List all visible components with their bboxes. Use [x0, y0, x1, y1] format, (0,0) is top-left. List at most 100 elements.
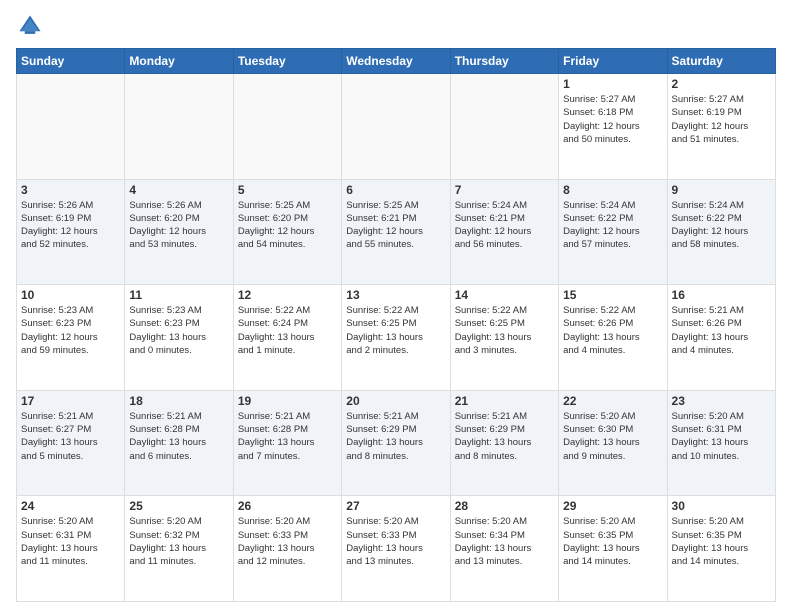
- calendar-cell: [450, 74, 558, 180]
- cell-info: Sunrise: 5:20 AMSunset: 6:33 PMDaylight:…: [238, 515, 337, 568]
- day-number: 16: [672, 288, 771, 302]
- calendar-table: SundayMondayTuesdayWednesdayThursdayFrid…: [16, 48, 776, 602]
- day-number: 25: [129, 499, 228, 513]
- header: [16, 12, 776, 40]
- calendar-cell: 3 Sunrise: 5:26 AMSunset: 6:19 PMDaylight…: [17, 179, 125, 285]
- cell-info: Sunrise: 5:24 AMSunset: 6:21 PMDaylight:…: [455, 199, 554, 252]
- weekday-wednesday: Wednesday: [342, 49, 450, 74]
- weekday-header-row: SundayMondayTuesdayWednesdayThursdayFrid…: [17, 49, 776, 74]
- day-number: 29: [563, 499, 662, 513]
- day-number: 22: [563, 394, 662, 408]
- day-number: 30: [672, 499, 771, 513]
- calendar-cell: [233, 74, 341, 180]
- day-number: 1: [563, 77, 662, 91]
- cell-info: Sunrise: 5:27 AMSunset: 6:19 PMDaylight:…: [672, 93, 771, 146]
- calendar-cell: 25 Sunrise: 5:20 AMSunset: 6:32 PMDayligh…: [125, 496, 233, 602]
- day-number: 3: [21, 183, 120, 197]
- cell-info: Sunrise: 5:20 AMSunset: 6:35 PMDaylight:…: [563, 515, 662, 568]
- cell-info: Sunrise: 5:20 AMSunset: 6:33 PMDaylight:…: [346, 515, 445, 568]
- calendar-cell: 11 Sunrise: 5:23 AMSunset: 6:23 PMDayligh…: [125, 285, 233, 391]
- calendar-cell: 10 Sunrise: 5:23 AMSunset: 6:23 PMDayligh…: [17, 285, 125, 391]
- weekday-tuesday: Tuesday: [233, 49, 341, 74]
- weekday-sunday: Sunday: [17, 49, 125, 74]
- calendar-cell: [125, 74, 233, 180]
- calendar-cell: 5Sunrise: 5:25 AMSunset: 6:20 PMDaylight…: [233, 179, 341, 285]
- calendar-cell: 27 Sunrise: 5:20 AMSunset: 6:33 PMDayligh…: [342, 496, 450, 602]
- calendar-cell: 6 Sunrise: 5:25 AMSunset: 6:21 PMDaylight…: [342, 179, 450, 285]
- calendar-cell: 7Sunrise: 5:24 AMSunset: 6:21 PMDaylight…: [450, 179, 558, 285]
- day-number: 9: [672, 183, 771, 197]
- calendar-cell: 4Sunrise: 5:26 AMSunset: 6:20 PMDaylight…: [125, 179, 233, 285]
- cell-info: Sunrise: 5:25 AMSunset: 6:21 PMDaylight:…: [346, 199, 445, 252]
- day-number: 12: [238, 288, 337, 302]
- day-number: 10: [21, 288, 120, 302]
- day-number: 13: [346, 288, 445, 302]
- cell-info: Sunrise: 5:22 AMSunset: 6:25 PMDaylight:…: [346, 304, 445, 357]
- day-number: 8: [563, 183, 662, 197]
- calendar-cell: 22Sunrise: 5:20 AMSunset: 6:30 PMDayligh…: [559, 390, 667, 496]
- cell-info: Sunrise: 5:27 AMSunset: 6:18 PMDaylight:…: [563, 93, 662, 146]
- week-row-2: 10 Sunrise: 5:23 AMSunset: 6:23 PMDayligh…: [17, 285, 776, 391]
- calendar-cell: [342, 74, 450, 180]
- cell-info: Sunrise: 5:21 AMSunset: 6:29 PMDaylight:…: [346, 410, 445, 463]
- day-number: 18: [129, 394, 228, 408]
- weekday-monday: Monday: [125, 49, 233, 74]
- calendar-cell: 17Sunrise: 5:21 AMSunset: 6:27 PMDayligh…: [17, 390, 125, 496]
- cell-info: Sunrise: 5:23 AMSunset: 6:23 PMDaylight:…: [129, 304, 228, 357]
- week-row-3: 17Sunrise: 5:21 AMSunset: 6:27 PMDayligh…: [17, 390, 776, 496]
- cell-info: Sunrise: 5:24 AMSunset: 6:22 PMDaylight:…: [672, 199, 771, 252]
- cell-info: Sunrise: 5:21 AMSunset: 6:27 PMDaylight:…: [21, 410, 120, 463]
- cell-info: Sunrise: 5:20 AMSunset: 6:34 PMDaylight:…: [455, 515, 554, 568]
- calendar-cell: 8 Sunrise: 5:24 AMSunset: 6:22 PMDaylight…: [559, 179, 667, 285]
- day-number: 14: [455, 288, 554, 302]
- day-number: 2: [672, 77, 771, 91]
- day-number: 20: [346, 394, 445, 408]
- calendar-cell: 9 Sunrise: 5:24 AMSunset: 6:22 PMDaylight…: [667, 179, 775, 285]
- page: SundayMondayTuesdayWednesdayThursdayFrid…: [0, 0, 792, 612]
- cell-info: Sunrise: 5:20 AMSunset: 6:35 PMDaylight:…: [672, 515, 771, 568]
- cell-info: Sunrise: 5:21 AMSunset: 6:26 PMDaylight:…: [672, 304, 771, 357]
- calendar-cell: 18 Sunrise: 5:21 AMSunset: 6:28 PMDayligh…: [125, 390, 233, 496]
- calendar-cell: 24 Sunrise: 5:20 AMSunset: 6:31 PMDayligh…: [17, 496, 125, 602]
- cell-info: Sunrise: 5:21 AMSunset: 6:29 PMDaylight:…: [455, 410, 554, 463]
- logo: [16, 12, 48, 40]
- day-number: 6: [346, 183, 445, 197]
- cell-info: Sunrise: 5:24 AMSunset: 6:22 PMDaylight:…: [563, 199, 662, 252]
- week-row-1: 3 Sunrise: 5:26 AMSunset: 6:19 PMDaylight…: [17, 179, 776, 285]
- calendar-cell: 21 Sunrise: 5:21 AMSunset: 6:29 PMDayligh…: [450, 390, 558, 496]
- calendar-cell: 15 Sunrise: 5:22 AMSunset: 6:26 PMDayligh…: [559, 285, 667, 391]
- cell-info: Sunrise: 5:22 AMSunset: 6:25 PMDaylight:…: [455, 304, 554, 357]
- cell-info: Sunrise: 5:20 AMSunset: 6:31 PMDaylight:…: [21, 515, 120, 568]
- calendar-cell: 12 Sunrise: 5:22 AMSunset: 6:24 PMDayligh…: [233, 285, 341, 391]
- calendar-cell: 13 Sunrise: 5:22 AMSunset: 6:25 PMDayligh…: [342, 285, 450, 391]
- calendar-cell: 19 Sunrise: 5:21 AMSunset: 6:28 PMDayligh…: [233, 390, 341, 496]
- day-number: 27: [346, 499, 445, 513]
- cell-info: Sunrise: 5:20 AMSunset: 6:31 PMDaylight:…: [672, 410, 771, 463]
- cell-info: Sunrise: 5:22 AMSunset: 6:26 PMDaylight:…: [563, 304, 662, 357]
- weekday-saturday: Saturday: [667, 49, 775, 74]
- day-number: 11: [129, 288, 228, 302]
- calendar-cell: 1 Sunrise: 5:27 AMSunset: 6:18 PMDaylight…: [559, 74, 667, 180]
- logo-icon: [16, 12, 44, 40]
- week-row-0: 1 Sunrise: 5:27 AMSunset: 6:18 PMDaylight…: [17, 74, 776, 180]
- calendar-cell: 20 Sunrise: 5:21 AMSunset: 6:29 PMDayligh…: [342, 390, 450, 496]
- cell-info: Sunrise: 5:26 AMSunset: 6:19 PMDaylight:…: [21, 199, 120, 252]
- cell-info: Sunrise: 5:20 AMSunset: 6:32 PMDaylight:…: [129, 515, 228, 568]
- calendar-cell: 26Sunrise: 5:20 AMSunset: 6:33 PMDayligh…: [233, 496, 341, 602]
- cell-info: Sunrise: 5:21 AMSunset: 6:28 PMDaylight:…: [129, 410, 228, 463]
- week-row-4: 24 Sunrise: 5:20 AMSunset: 6:31 PMDayligh…: [17, 496, 776, 602]
- day-number: 23: [672, 394, 771, 408]
- weekday-thursday: Thursday: [450, 49, 558, 74]
- day-number: 15: [563, 288, 662, 302]
- cell-info: Sunrise: 5:21 AMSunset: 6:28 PMDaylight:…: [238, 410, 337, 463]
- cell-info: Sunrise: 5:23 AMSunset: 6:23 PMDaylight:…: [21, 304, 120, 357]
- calendar-cell: 2 Sunrise: 5:27 AMSunset: 6:19 PMDaylight…: [667, 74, 775, 180]
- day-number: 19: [238, 394, 337, 408]
- calendar-cell: 28 Sunrise: 5:20 AMSunset: 6:34 PMDayligh…: [450, 496, 558, 602]
- day-number: 24: [21, 499, 120, 513]
- day-number: 28: [455, 499, 554, 513]
- calendar-cell: 14 Sunrise: 5:22 AMSunset: 6:25 PMDayligh…: [450, 285, 558, 391]
- cell-info: Sunrise: 5:22 AMSunset: 6:24 PMDaylight:…: [238, 304, 337, 357]
- day-number: 21: [455, 394, 554, 408]
- calendar-cell: 29 Sunrise: 5:20 AMSunset: 6:35 PMDayligh…: [559, 496, 667, 602]
